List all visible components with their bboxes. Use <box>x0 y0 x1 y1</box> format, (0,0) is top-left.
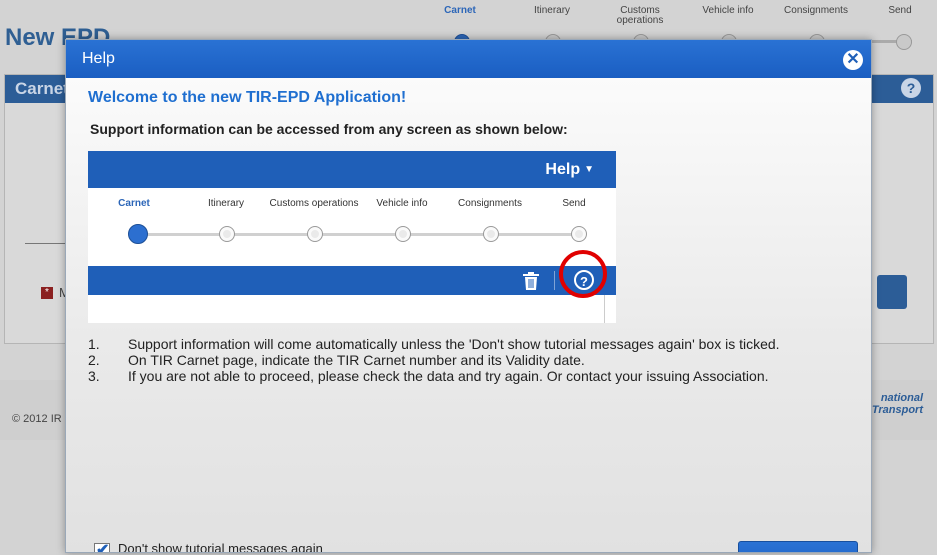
illustration-step-consignments: Consignments <box>458 198 522 209</box>
illustration-help-label: Help <box>545 161 581 178</box>
step-label-vehicle: Vehicle info <box>702 5 754 16</box>
illustration-dot-customs <box>307 226 323 242</box>
step-label-carnet: Carnet <box>444 5 476 16</box>
list-item-number: 2. <box>88 352 100 368</box>
close-icon[interactable]: ✕ <box>843 50 863 70</box>
list-item-text: Support information will come automatica… <box>128 336 780 352</box>
illustration-separator <box>554 271 555 290</box>
illustration-dot-vehicle <box>395 226 411 242</box>
help-illustration: Help ▼ Carnet Itinerary Customs operation… <box>88 151 616 323</box>
list-item-number: 3. <box>88 368 100 384</box>
illustration-step-vehicle: Vehicle info <box>376 198 428 209</box>
help-dialog: Help ✕ Welcome to the new TIR-EPD Applic… <box>65 39 872 553</box>
step-label-customs: Customs operations <box>616 5 664 26</box>
checkmark-icon: ✔ <box>96 542 110 553</box>
copyright-text: © 2012 IR <box>12 413 62 425</box>
list-item-text: If you are not able to proceed, please c… <box>128 368 769 384</box>
highlight-circle <box>559 250 607 298</box>
illustration-panel-body <box>88 295 605 323</box>
illustration-dot-carnet <box>128 224 148 244</box>
step-label-itinerary: Itinerary <box>533 5 571 16</box>
illustration-progress-track <box>138 233 580 236</box>
panel-action-button[interactable] <box>877 275 907 309</box>
step-label-send: Send <box>888 5 912 16</box>
dialog-title: Help <box>82 50 115 67</box>
step-dot-send[interactable] <box>896 34 912 50</box>
illustration-dot-consignments <box>483 226 499 242</box>
list-item: 2. On TIR Carnet page, indicate the TIR … <box>88 352 848 368</box>
illustration-step-itinerary: Itinerary <box>207 198 245 209</box>
dialog-header: Help ✕ <box>66 40 871 78</box>
info-list: 1. Support information will come automat… <box>88 336 848 384</box>
dont-show-label[interactable]: Don't show tutorial messages again <box>118 541 323 552</box>
help-icon[interactable]: ? <box>901 78 921 98</box>
illustration-step-customs: Customs operations <box>269 198 359 209</box>
mandatory-icon: * <box>41 287 53 299</box>
dialog-body: Welcome to the new TIR-EPD Application! … <box>66 78 871 552</box>
illustration-header-bar: Help ▼ <box>88 151 616 188</box>
list-item-text: On TIR Carnet page, indicate the TIR Car… <box>128 352 585 368</box>
list-item-number: 1. <box>88 336 100 352</box>
ok-button[interactable]: OK <box>738 541 858 552</box>
list-item: 1. Support information will come automat… <box>88 336 848 352</box>
carnet-panel-title: Carnet <box>15 79 69 98</box>
support-intro-text: Support information can be accessed from… <box>90 121 568 137</box>
illustration-dot-itinerary <box>219 226 235 242</box>
welcome-heading: Welcome to the new TIR-EPD Application! <box>88 89 407 106</box>
trash-icon <box>523 272 539 290</box>
list-item: 3. If you are not able to proceed, pleas… <box>88 368 848 384</box>
dont-show-checkbox[interactable]: ✔ <box>94 542 110 553</box>
illustration-panel-bar: ? <box>88 266 616 295</box>
caret-down-icon: ▼ <box>584 164 594 175</box>
illustration-step-send: Send <box>562 198 586 209</box>
illustration-dot-send <box>571 226 587 242</box>
step-label-consignments: Consignments <box>784 5 848 16</box>
illustration-help-menu: Help ▼ <box>545 161 594 179</box>
illustration-step-carnet: Carnet <box>118 198 150 209</box>
